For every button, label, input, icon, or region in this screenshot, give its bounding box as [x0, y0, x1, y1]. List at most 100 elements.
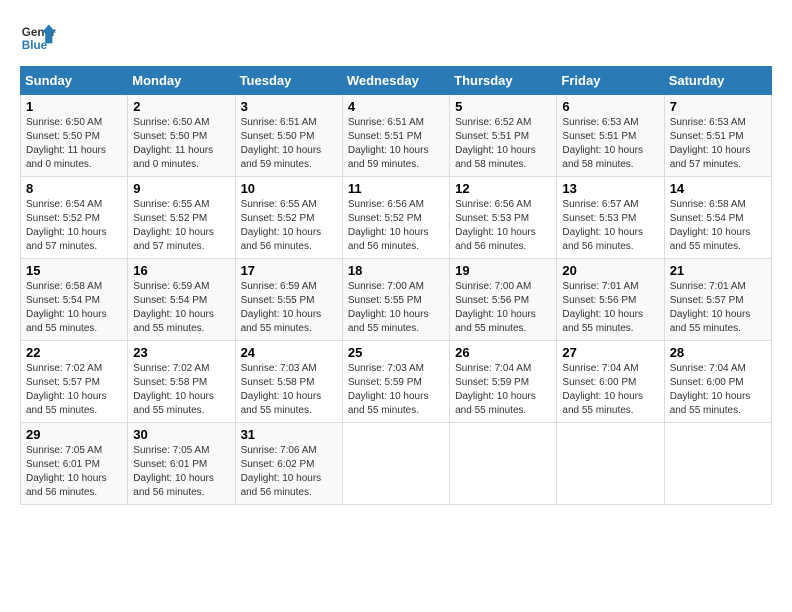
col-header-tuesday: Tuesday [235, 67, 342, 95]
day-info: Sunrise: 7:02 AMSunset: 5:57 PMDaylight:… [26, 362, 122, 418]
day-number: 15 [26, 263, 122, 278]
col-header-sunday: Sunday [21, 67, 128, 95]
day-number: 4 [348, 99, 444, 114]
day-cell: 1 Sunrise: 6:50 AMSunset: 5:50 PMDaylight… [21, 95, 128, 177]
day-cell: 12 Sunrise: 6:56 AMSunset: 5:53 PMDayligh… [450, 177, 557, 259]
week-row: 1 Sunrise: 6:50 AMSunset: 5:50 PMDaylight… [21, 95, 772, 177]
day-info: Sunrise: 7:04 AMSunset: 5:59 PMDaylight:… [455, 362, 551, 418]
day-number: 21 [670, 263, 766, 278]
day-info: Sunrise: 6:50 AMSunset: 5:50 PMDaylight:… [133, 116, 229, 172]
day-number: 7 [670, 99, 766, 114]
day-number: 23 [133, 345, 229, 360]
day-info: Sunrise: 6:56 AMSunset: 5:53 PMDaylight:… [455, 198, 551, 254]
day-number: 25 [348, 345, 444, 360]
day-number: 5 [455, 99, 551, 114]
day-number: 12 [455, 181, 551, 196]
day-number: 2 [133, 99, 229, 114]
day-info: Sunrise: 6:51 AMSunset: 5:50 PMDaylight:… [241, 116, 337, 172]
day-cell: 7Sunrise: 6:53 AMSunset: 5:51 PMDaylight… [664, 95, 771, 177]
day-number: 19 [455, 263, 551, 278]
day-info: Sunrise: 6:50 AMSunset: 5:50 PMDaylight:… [26, 116, 122, 172]
day-info: Sunrise: 6:58 AMSunset: 5:54 PMDaylight:… [26, 280, 122, 336]
col-header-saturday: Saturday [664, 67, 771, 95]
day-cell: 14 Sunrise: 6:58 AMSunset: 5:54 PMDayligh… [664, 177, 771, 259]
logo: General Blue [20, 20, 56, 56]
day-cell [342, 423, 449, 505]
day-cell: 8 Sunrise: 6:54 AMSunset: 5:52 PMDaylight… [21, 177, 128, 259]
day-info: Sunrise: 7:05 AMSunset: 6:01 PMDaylight:… [26, 444, 122, 500]
day-info: Sunrise: 6:51 AMSunset: 5:51 PMDaylight:… [348, 116, 444, 172]
day-info: Sunrise: 6:59 AMSunset: 5:54 PMDaylight:… [133, 280, 229, 336]
day-info: Sunrise: 6:58 AMSunset: 5:54 PMDaylight:… [670, 198, 766, 254]
day-number: 18 [348, 263, 444, 278]
week-row: 15 Sunrise: 6:58 AMSunset: 5:54 PMDayligh… [21, 259, 772, 341]
day-info: Sunrise: 7:05 AMSunset: 6:01 PMDaylight:… [133, 444, 229, 500]
day-info: Sunrise: 6:55 AMSunset: 5:52 PMDaylight:… [241, 198, 337, 254]
day-info: Sunrise: 6:52 AMSunset: 5:51 PMDaylight:… [455, 116, 551, 172]
day-cell: 27 Sunrise: 7:04 AMSunset: 6:00 PMDayligh… [557, 341, 664, 423]
day-cell: 13Sunrise: 6:57 AMSunset: 5:53 PMDayligh… [557, 177, 664, 259]
day-info: Sunrise: 7:01 AMSunset: 5:56 PMDaylight:… [562, 280, 658, 336]
day-info: Sunrise: 7:04 AMSunset: 6:00 PMDaylight:… [562, 362, 658, 418]
day-number: 29 [26, 427, 122, 442]
day-info: Sunrise: 7:03 AMSunset: 5:58 PMDaylight:… [241, 362, 337, 418]
week-row: 22 Sunrise: 7:02 AMSunset: 5:57 PMDayligh… [21, 341, 772, 423]
day-cell: 2 Sunrise: 6:50 AMSunset: 5:50 PMDaylight… [128, 95, 235, 177]
day-cell: 17Sunrise: 6:59 AMSunset: 5:55 PMDayligh… [235, 259, 342, 341]
day-number: 20 [562, 263, 658, 278]
day-info: Sunrise: 7:06 AMSunset: 6:02 PMDaylight:… [241, 444, 337, 500]
calendar-table: SundayMondayTuesdayWednesdayThursdayFrid… [20, 66, 772, 505]
day-info: Sunrise: 6:53 AMSunset: 5:51 PMDaylight:… [562, 116, 658, 172]
col-header-monday: Monday [128, 67, 235, 95]
day-info: Sunrise: 7:00 AMSunset: 5:56 PMDaylight:… [455, 280, 551, 336]
day-cell: 28Sunrise: 7:04 AMSunset: 6:00 PMDayligh… [664, 341, 771, 423]
day-cell: 4 Sunrise: 6:51 AMSunset: 5:51 PMDaylight… [342, 95, 449, 177]
day-cell [664, 423, 771, 505]
day-number: 24 [241, 345, 337, 360]
day-cell: 15 Sunrise: 6:58 AMSunset: 5:54 PMDayligh… [21, 259, 128, 341]
day-number: 9 [133, 181, 229, 196]
day-number: 1 [26, 99, 122, 114]
day-cell [450, 423, 557, 505]
svg-text:Blue: Blue [22, 39, 48, 52]
day-info: Sunrise: 6:59 AMSunset: 5:55 PMDaylight:… [241, 280, 337, 336]
day-number: 6 [562, 99, 658, 114]
day-number: 14 [670, 181, 766, 196]
day-info: Sunrise: 7:01 AMSunset: 5:57 PMDaylight:… [670, 280, 766, 336]
day-cell: 9Sunrise: 6:55 AMSunset: 5:52 PMDaylight… [128, 177, 235, 259]
col-header-thursday: Thursday [450, 67, 557, 95]
day-cell: 26Sunrise: 7:04 AMSunset: 5:59 PMDayligh… [450, 341, 557, 423]
day-cell: 11 Sunrise: 6:56 AMSunset: 5:52 PMDayligh… [342, 177, 449, 259]
day-cell: 24 Sunrise: 7:03 AMSunset: 5:58 PMDayligh… [235, 341, 342, 423]
day-cell: 21 Sunrise: 7:01 AMSunset: 5:57 PMDayligh… [664, 259, 771, 341]
day-cell: 22 Sunrise: 7:02 AMSunset: 5:57 PMDayligh… [21, 341, 128, 423]
day-cell: 3Sunrise: 6:51 AMSunset: 5:50 PMDaylight… [235, 95, 342, 177]
day-info: Sunrise: 7:03 AMSunset: 5:59 PMDaylight:… [348, 362, 444, 418]
day-info: Sunrise: 7:00 AMSunset: 5:55 PMDaylight:… [348, 280, 444, 336]
day-number: 11 [348, 181, 444, 196]
day-cell [557, 423, 664, 505]
day-cell: 23 Sunrise: 7:02 AMSunset: 5:58 PMDayligh… [128, 341, 235, 423]
col-header-friday: Friday [557, 67, 664, 95]
week-row: 29 Sunrise: 7:05 AMSunset: 6:01 PMDayligh… [21, 423, 772, 505]
day-cell: 31Sunrise: 7:06 AMSunset: 6:02 PMDayligh… [235, 423, 342, 505]
day-cell: 30Sunrise: 7:05 AMSunset: 6:01 PMDayligh… [128, 423, 235, 505]
day-number: 16 [133, 263, 229, 278]
day-number: 28 [670, 345, 766, 360]
day-number: 10 [241, 181, 337, 196]
day-info: Sunrise: 6:54 AMSunset: 5:52 PMDaylight:… [26, 198, 122, 254]
day-cell: 6 Sunrise: 6:53 AMSunset: 5:51 PMDaylight… [557, 95, 664, 177]
day-number: 8 [26, 181, 122, 196]
col-header-wednesday: Wednesday [342, 67, 449, 95]
day-cell: 19 Sunrise: 7:00 AMSunset: 5:56 PMDayligh… [450, 259, 557, 341]
day-number: 13 [562, 181, 658, 196]
logo-icon: General Blue [20, 20, 56, 56]
week-row: 8 Sunrise: 6:54 AMSunset: 5:52 PMDaylight… [21, 177, 772, 259]
day-number: 27 [562, 345, 658, 360]
day-info: Sunrise: 7:02 AMSunset: 5:58 PMDaylight:… [133, 362, 229, 418]
day-number: 22 [26, 345, 122, 360]
page-header: General Blue [20, 20, 772, 56]
day-cell: 5 Sunrise: 6:52 AMSunset: 5:51 PMDaylight… [450, 95, 557, 177]
day-info: Sunrise: 6:56 AMSunset: 5:52 PMDaylight:… [348, 198, 444, 254]
day-cell: 18 Sunrise: 7:00 AMSunset: 5:55 PMDayligh… [342, 259, 449, 341]
